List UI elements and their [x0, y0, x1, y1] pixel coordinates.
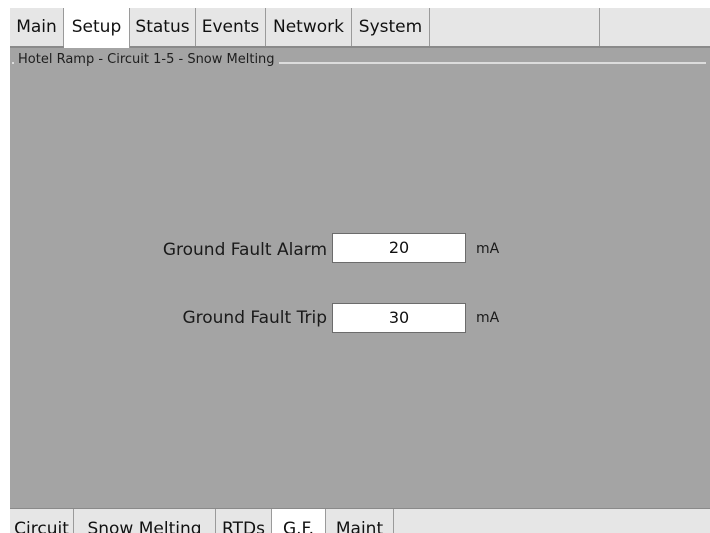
ground-fault-alarm-input[interactable]: 20	[332, 233, 466, 263]
controller-screen: Main Setup Status Events Network System …	[10, 8, 710, 533]
tab-snow-melting[interactable]: Snow Melting	[74, 509, 216, 533]
group-frame	[12, 62, 706, 486]
ground-fault-trip-unit: mA	[476, 310, 500, 326]
tab-gf[interactable]: G.F.	[272, 509, 326, 533]
ground-fault-trip-input[interactable]: 30	[332, 303, 466, 333]
tab-setup[interactable]: Setup	[64, 8, 130, 48]
bottom-tab-bar: Circuit Snow Melting RTDs G.F. Maint	[10, 508, 710, 533]
tab-maint[interactable]: Maint	[326, 509, 394, 533]
ground-fault-alarm-unit: mA	[476, 241, 500, 257]
ground-fault-alarm-label: Ground Fault Alarm	[162, 240, 327, 260]
group-title: Hotel Ramp - Circuit 1-5 - Snow Melting	[14, 52, 279, 67]
tab-events[interactable]: Events	[196, 8, 266, 46]
tab-main[interactable]: Main	[10, 8, 64, 46]
tab-circuit[interactable]: Circuit	[10, 509, 74, 533]
tab-network[interactable]: Network	[266, 8, 352, 46]
top-tab-bar: Main Setup Status Events Network System	[10, 8, 710, 48]
tab-rtds[interactable]: RTDs	[216, 509, 272, 533]
tab-status[interactable]: Status	[130, 8, 196, 46]
tab-system[interactable]: System	[352, 8, 430, 46]
tab-spacer-end	[600, 8, 710, 46]
tab-spacer	[430, 8, 600, 46]
ground-fault-trip-label: Ground Fault Trip	[182, 308, 327, 328]
